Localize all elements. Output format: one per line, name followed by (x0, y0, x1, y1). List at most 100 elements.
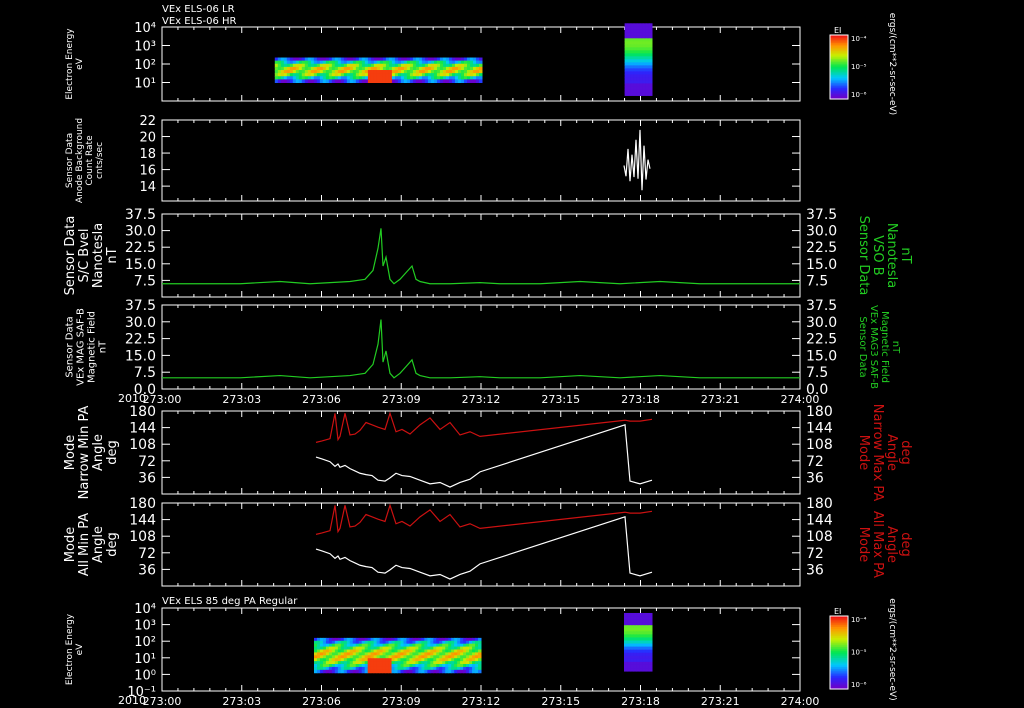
panel-6-ytick-label: 72 (138, 546, 156, 562)
panel-1-spectrogram-cell (424, 76, 429, 80)
panel-1-spectrogram-cell (298, 66, 303, 71)
panel-1-spectrogram-cell (427, 66, 432, 71)
panel-7-spectrogram-cell (642, 643, 647, 648)
panel-7-spectrogram-cell (636, 619, 641, 623)
panel-1-spectrogram-cell (373, 76, 378, 80)
panel-7-spectrogram-cell (415, 646, 419, 650)
panel-1-spectrogram-cell (313, 73, 318, 77)
panel-7-spectrogram-cell (636, 622, 641, 626)
panel-7-spectrogram-cell (328, 658, 333, 662)
panel-1-spectrogram-cell (301, 76, 306, 80)
panel-7-spectrogram-cell (400, 655, 404, 659)
panel-5-series-max (315, 411, 653, 443)
panel-1-spectrogram-cell (445, 76, 450, 80)
panel-7-spectrogram-cell (427, 649, 431, 653)
panel-7-spectrogram-cell (379, 666, 384, 671)
panel-7-spectrogram-cell (370, 661, 375, 665)
panel-1-spectrogram-cell (322, 73, 327, 77)
panel-1-spectrogram-cell (376, 57, 381, 62)
panel-1-spectrogram-cell (648, 65, 653, 69)
panel-3-ytick-label: 22.5 (125, 240, 156, 256)
panel-1-spectrogram-cell (334, 70, 339, 74)
colorbar-tick: 10⁻⁵ (851, 649, 867, 657)
panel-7-spectrogram-cell (627, 661, 631, 666)
panel-1-spectrogram-cell (460, 76, 465, 80)
panel-7-spectrogram-cell (379, 643, 384, 648)
panel-5-ytick-label: 108 (129, 437, 156, 453)
panel-7-spectrogram-cell (636, 625, 641, 629)
panel-7-spectrogram-cell (421, 661, 425, 665)
panel-1-spectrogram-cell (630, 26, 635, 30)
panel-1-spectrogram-cell (373, 79, 378, 83)
panel-1-spectrogram-cell (385, 73, 390, 77)
panel-7-spectrogram-cell (445, 646, 449, 650)
panel-1-spectrogram-cell (645, 29, 650, 33)
panel-7-spectrogram-cell (421, 649, 425, 653)
panel-7-spectrogram-cell (412, 658, 416, 662)
panel-7-spectrogram-cell (334, 646, 339, 650)
panel-7-spectrogram-cell (624, 655, 628, 660)
panel-7-spectrogram-cell (630, 658, 634, 663)
panel-7-spectrogram-cell (421, 664, 425, 668)
panel-7-spectrogram-cell (358, 655, 363, 659)
panel-7-spectrogram-cell (645, 668, 650, 672)
panel-7-spectrogram-cell (352, 637, 357, 642)
panel-1-spectrogram-cell (298, 76, 303, 80)
panel-7-spectrogram-cell (373, 646, 378, 650)
panel-1-spectrogram-cell (624, 29, 629, 33)
panel-1-spectrogram-cell (313, 63, 318, 68)
panel-1-spectrogram-cell (379, 79, 384, 83)
panel-7-spectrogram-cell (436, 643, 440, 648)
panel-7-spectrogram-cell (633, 631, 637, 635)
panel-3-ytick-label-r: 15.0 (806, 257, 837, 273)
panel-7-spectrogram-cell (442, 666, 446, 671)
panel-7-spectrogram-cell (334, 649, 339, 653)
panel-7-spectrogram-cell (397, 637, 401, 642)
panel-1-spectrogram-cell (645, 80, 650, 84)
panel-7-spectrogram-cell (633, 622, 637, 626)
panel-1-spectrogram-cell (642, 47, 647, 51)
panel-7-spectrogram-cell (639, 619, 644, 623)
panel-2-ytick-label: 18 (139, 147, 156, 162)
panel-7-spectrogram-cell (645, 634, 650, 638)
panel-5-ytick-label-r: 108 (806, 437, 833, 453)
panel-7-spectrogram-cell (370, 640, 375, 645)
panel-1-spectrogram-cell (412, 76, 417, 80)
panel-7-spectrogram-cell (316, 658, 321, 662)
panel-1-spectrogram-cell (478, 63, 483, 68)
panel-7-spectrogram-cell (451, 655, 455, 659)
panel-1-spectrogram-cell (301, 57, 306, 62)
panel-7-spectrogram-cell (645, 616, 650, 620)
panel-1-spectrogram-cell (624, 86, 629, 90)
panel-1-spectrogram-cell (298, 73, 303, 77)
panel-1-spectrogram-cell (370, 60, 375, 65)
panel-1-spectrogram-cell (630, 92, 635, 96)
panel-5-ytick-label: 180 (129, 404, 156, 420)
panel-7-spectrogram-cell (433, 640, 437, 645)
panel-7-spectrogram-cell (370, 643, 375, 648)
panel-7-spectrogram-cell (373, 664, 378, 668)
panel-1-spectrogram-cell (633, 32, 638, 36)
panel-7-spectrogram-cell (409, 664, 413, 668)
panel-7-spectrogram-cell (478, 637, 482, 642)
panel-1-spectrogram-cell (451, 70, 456, 74)
panel-7-spectrogram-cell (376, 664, 381, 668)
panel-7-spectrogram-cell (325, 666, 330, 671)
panel-1-spectrogram-cell (645, 92, 650, 96)
panel-7-spectrogram-cell (337, 664, 342, 668)
panel-4-rlabel: VEx MAG3 SAF-B (868, 305, 879, 389)
panel-7-spectrogram-cell (475, 649, 479, 653)
panel-1-spectrogram-cell (430, 73, 435, 77)
panel-7-spectrogram-cell (430, 652, 434, 656)
panel-7-spectrogram-cell (397, 658, 401, 662)
panel-7-spectrogram-cell (415, 664, 419, 668)
panel-1-spectrogram-cell (478, 79, 483, 83)
panel-1-spectrogram-cell (370, 76, 375, 80)
panel-7-spectrogram-cell (421, 640, 425, 645)
panel-7-spectrogram-cell (439, 655, 443, 659)
panel-7-spectrogram-cell (352, 655, 357, 659)
panel-1-spectrogram-cell (645, 77, 650, 81)
panel-7-spectrogram-cell (349, 666, 354, 671)
panel-6-rlabel: deg (898, 532, 913, 557)
panel-7-spectrogram-cell (314, 637, 318, 642)
